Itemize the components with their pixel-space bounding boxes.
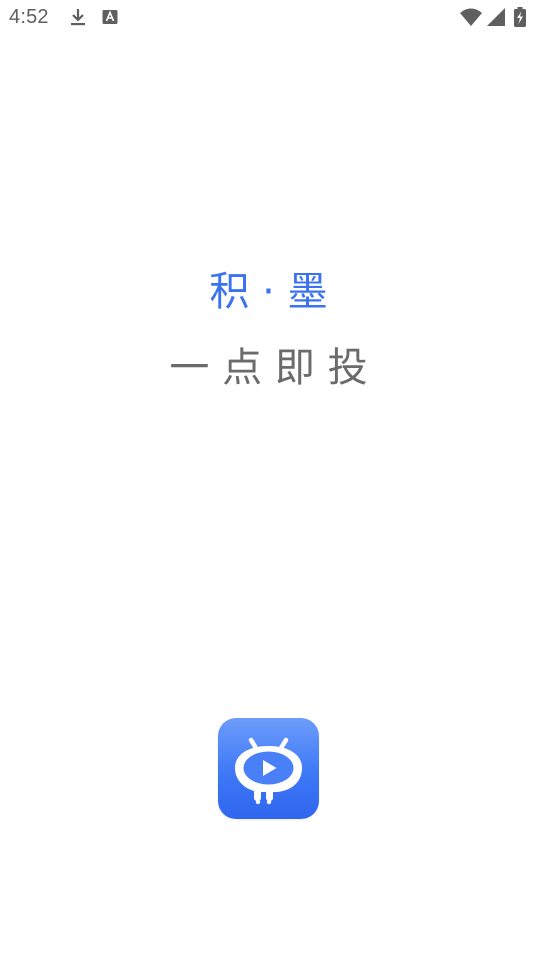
- app-logo: [218, 718, 319, 819]
- download-icon: [71, 9, 85, 26]
- app-logo-icon: [235, 737, 302, 805]
- brand-title: 积 · 墨: [209, 269, 328, 315]
- wifi-icon: [460, 8, 482, 26]
- battery-charging-icon: [514, 7, 526, 27]
- status-time: 4:52: [9, 6, 49, 28]
- splash-screen: 4:52 积 · 墨 一 点 即 投: [0, 0, 537, 956]
- status-bar: 4:52: [0, 0, 537, 36]
- slogan-text: 一 点 即 投: [169, 345, 368, 391]
- notification-a-icon: [102, 10, 118, 24]
- signal-icon: [487, 8, 505, 26]
